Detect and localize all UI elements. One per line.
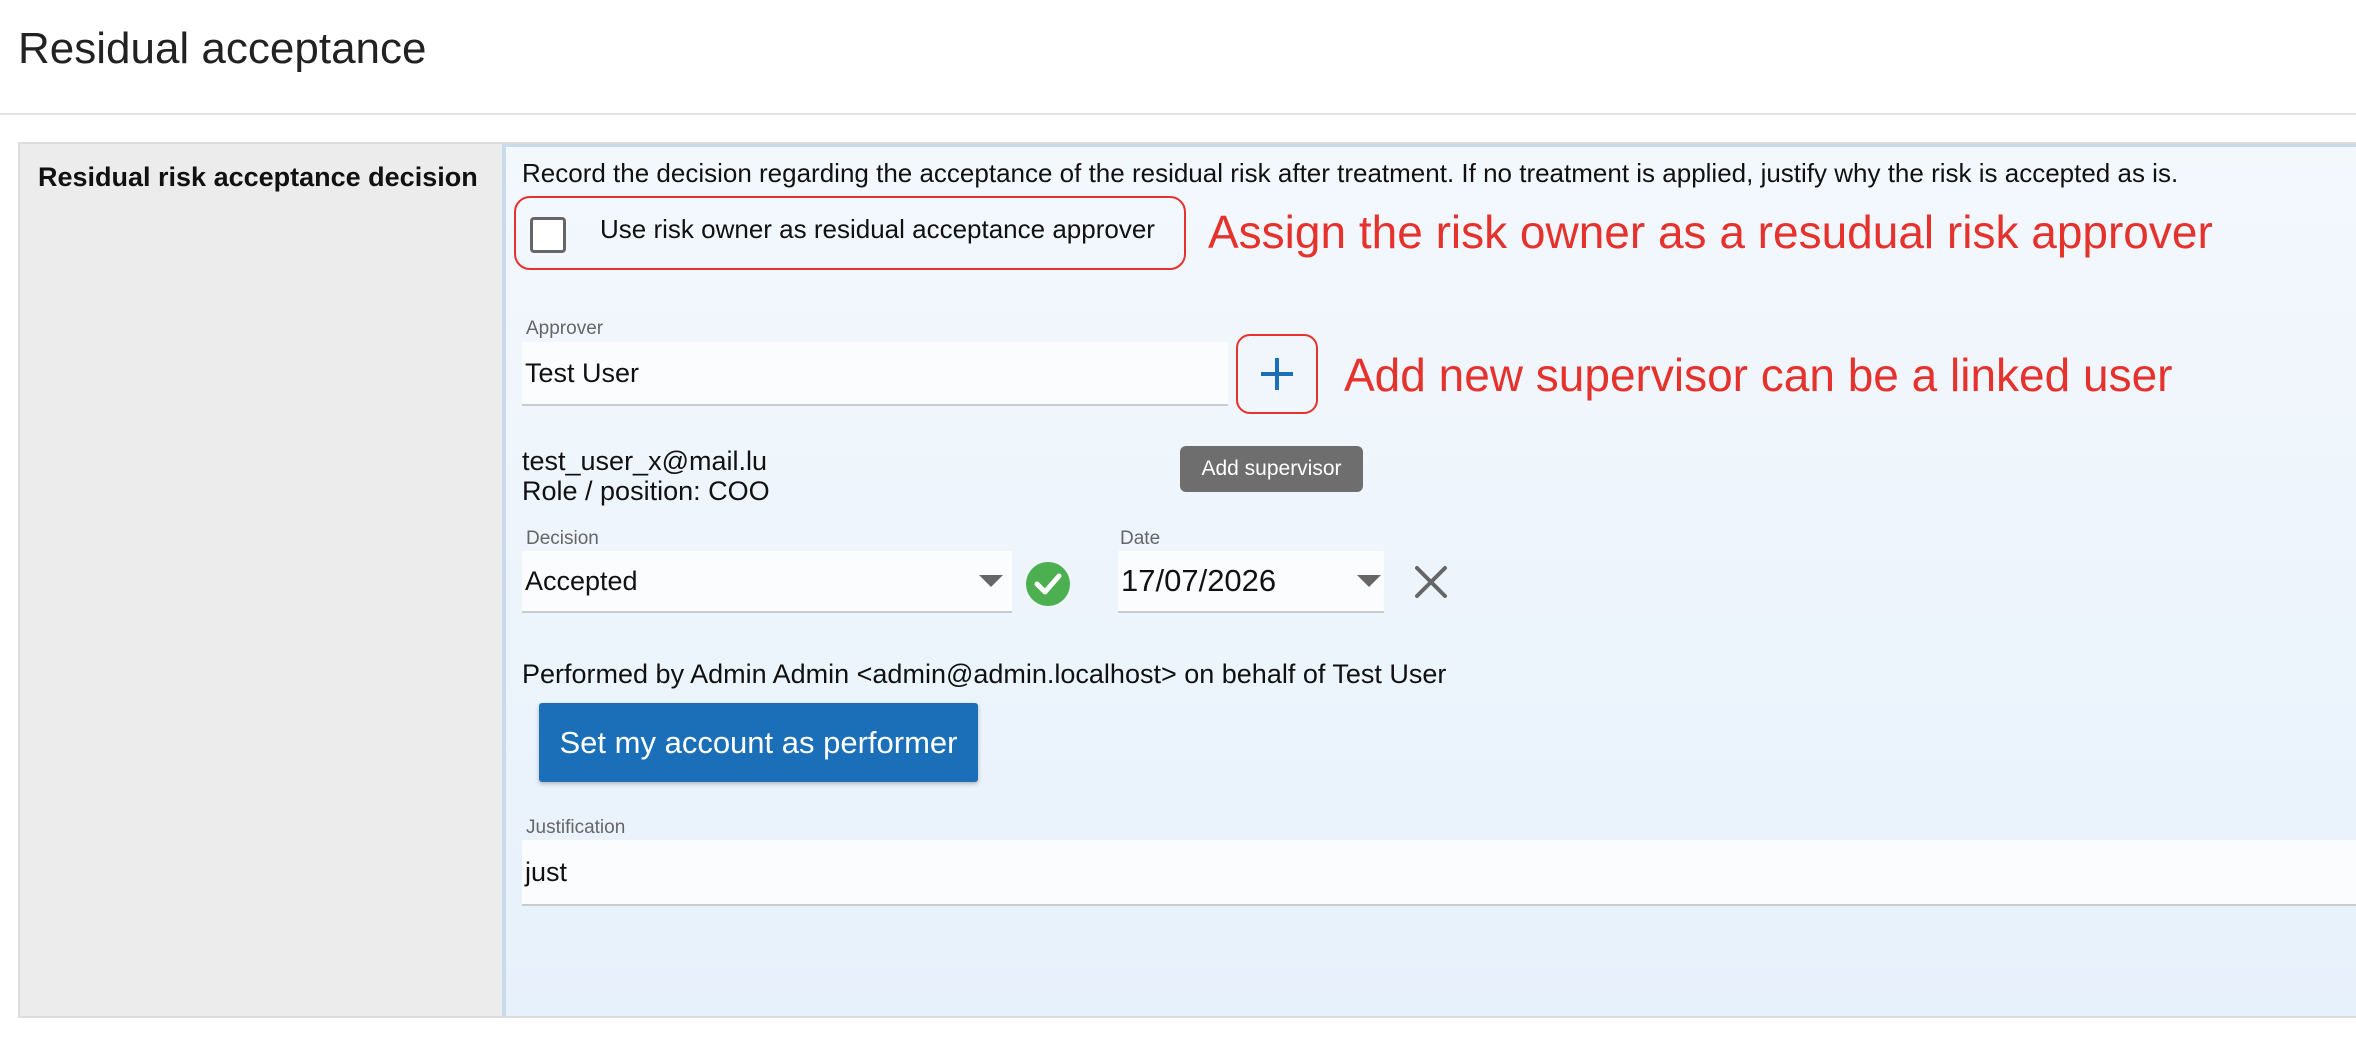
title-divider <box>0 113 2356 115</box>
decision-value: Accepted <box>525 565 638 596</box>
set-performer-button[interactable]: Set my account as performer <box>539 703 978 782</box>
decision-dropdown-icon <box>979 575 1003 587</box>
decision-label: Decision <box>526 528 599 549</box>
check-circle-icon <box>1026 562 1070 606</box>
approver-role: Role / position: COO <box>522 476 770 506</box>
approver-value: Test User <box>525 357 640 388</box>
row-label: Residual risk acceptance decision <box>38 162 478 192</box>
instruction-text: Record the decision regarding the accept… <box>522 158 2179 188</box>
owner-approver-checkbox[interactable] <box>530 217 566 253</box>
add-supervisor-button[interactable] <box>1236 334 1318 414</box>
clear-date-icon[interactable] <box>1412 563 1450 601</box>
justification-label: Justification <box>526 817 626 838</box>
approver-email: test_user_x@mail.lu <box>522 446 768 476</box>
performer-text: Performed by Admin Admin <admin@admin.lo… <box>522 659 1447 689</box>
date-dropdown-icon <box>1357 575 1381 587</box>
approver-field[interactable]: Test User <box>522 342 1228 406</box>
justification-value: just <box>525 856 568 887</box>
page-title: Residual acceptance <box>18 24 427 73</box>
row-label-cell: Residual risk acceptance decision <box>20 144 506 1016</box>
date-value: 17/07/2026 <box>1121 563 1277 598</box>
add-supervisor-tooltip: Add supervisor <box>1180 446 1363 492</box>
supervisor-annotation: Add new supervisor can be a linked user <box>1344 349 2173 401</box>
approver-label: Approver <box>526 318 604 339</box>
owner-approver-label: Use risk owner as residual acceptance ap… <box>600 214 1155 244</box>
plus-icon <box>1261 358 1293 390</box>
date-picker[interactable]: 17/07/2026 <box>1118 551 1384 613</box>
justification-field[interactable]: just <box>522 840 2356 906</box>
decision-select[interactable]: Accepted <box>522 551 1012 613</box>
date-label: Date <box>1120 528 1161 549</box>
owner-approver-annotation: Assign the risk owner as a resudual risk… <box>1208 206 2213 258</box>
